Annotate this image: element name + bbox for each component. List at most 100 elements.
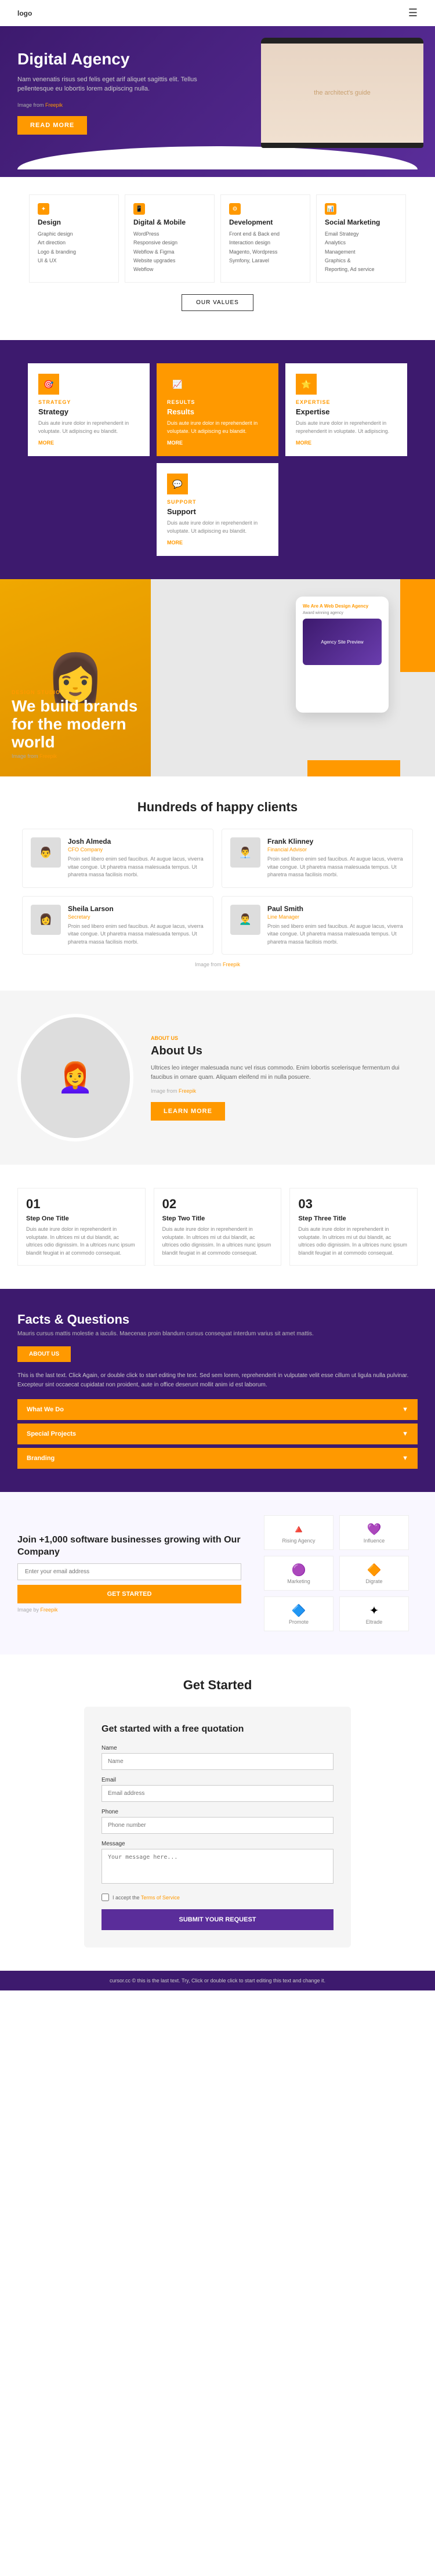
faq-body-text: This is the last text. Click Again, or d…: [17, 1371, 418, 1390]
terms-checkbox[interactable]: [102, 1894, 109, 1901]
company-inner: Join +1,000 software businesses growing …: [17, 1515, 418, 1631]
faq-about-button[interactable]: About Us: [17, 1346, 71, 1362]
strategy-icon: 🎯: [38, 374, 59, 395]
client-name-2: Frank Klinney: [267, 837, 404, 846]
message-textarea[interactable]: [102, 1849, 334, 1884]
about-learn-more-button[interactable]: LEARN MORE: [151, 1102, 225, 1121]
client-card-1: 👨 Josh Almeda CFO Company Proin sed libe…: [22, 829, 213, 888]
social-icon: 📊: [325, 203, 336, 215]
social-item-5: Reporting, Ad service: [325, 265, 397, 274]
phone-label: Phone: [102, 1809, 334, 1815]
development-icon: ⚙: [229, 203, 241, 215]
step-card-1: 01 Step One Title Duis aute irure dolor …: [17, 1188, 146, 1266]
expertise-card: ⭐ EXPERTISE Expertise Duis aute irure do…: [285, 363, 407, 456]
step-text-1: Duis aute irure dolor in reprehenderit i…: [26, 1226, 137, 1257]
quotation-box: Get started with a free quotation Name E…: [84, 1707, 351, 1948]
quotation-title: Get started with a free quotation: [102, 1724, 334, 1735]
purple-cards-grid: 🎯 STRATEGY Strategy Duis aute irure dolo…: [17, 363, 418, 556]
client-name-3: Sheila Larson: [68, 905, 205, 913]
laptop-screen: the architect's guide: [261, 44, 423, 143]
social-item-1: Email Strategy: [325, 230, 397, 239]
digrate-icon: 🔶: [367, 1563, 382, 1577]
marketing-icon: 🟣: [292, 1563, 306, 1577]
email-input[interactable]: [102, 1785, 334, 1802]
message-label: Message: [102, 1841, 334, 1847]
hero-credit-link[interactable]: Freepik: [45, 102, 63, 108]
results-more-link[interactable]: MORE: [167, 440, 268, 446]
step-num-3: 03: [298, 1197, 409, 1212]
accordion-arrow-1: ▼: [402, 1406, 408, 1413]
design-icon: ✦: [38, 203, 49, 215]
about-credit-link[interactable]: Freepik: [179, 1088, 196, 1094]
client-name-1: Josh Almeda: [68, 837, 205, 846]
about-title: About Us: [151, 1045, 418, 1058]
client-card-4: 👨‍🦱 Paul Smith Line Manager Proin sed li…: [222, 896, 413, 955]
client-avatar-2: 👨‍💼: [230, 837, 260, 868]
design-item-4: UI & UX: [38, 256, 110, 265]
social-item-2: Analytics: [325, 239, 397, 247]
company-logo-6: ✦ Eltrade: [339, 1596, 409, 1631]
service-card-digital: 📱 Digital & Mobile WordPress Responsive …: [125, 194, 215, 283]
our-values-button[interactable]: OUR VALUES: [182, 294, 253, 311]
client-card-2: 👨‍💼 Frank Klinney Financial Advisor Proi…: [222, 829, 413, 888]
email-form-group: Email: [102, 1777, 334, 1802]
design-studio-title: We build brandsfor the modernworld: [12, 698, 137, 751]
company-email-input[interactable]: [17, 1563, 241, 1580]
message-form-group: Message: [102, 1841, 334, 1887]
social-card-title: Social Marketing: [325, 218, 397, 226]
about-label: ABOUT US: [151, 1035, 418, 1041]
eltrade-icon: ✦: [369, 1603, 379, 1618]
navbar: logo ☰: [0, 0, 435, 26]
digital-item-5: Webflow: [133, 265, 206, 274]
steps-grid: 01 Step One Title Duis aute irure dolor …: [17, 1188, 418, 1266]
accordion-item-2[interactable]: Special Projects ▼: [17, 1424, 418, 1444]
company-logo-2: 💜 Influence: [339, 1515, 409, 1550]
about-section: 👩‍🦰 ABOUT US About Us Ultrices leo integ…: [0, 991, 435, 1165]
dev-item-1: Front end & Back end: [229, 230, 302, 239]
terms-link[interactable]: Terms of Service: [141, 1895, 180, 1901]
footer-text: cursor.cc © this is the last text. Try, …: [17, 1978, 418, 1984]
clients-credit-link[interactable]: Freepik: [223, 962, 240, 967]
strategy-more-link[interactable]: MORE: [38, 440, 139, 446]
phone-input[interactable]: [102, 1817, 334, 1834]
hero-credit: Image from Freepik: [17, 102, 203, 108]
expertise-more-link[interactable]: MORE: [296, 440, 397, 446]
company-credit-link[interactable]: Freepik: [41, 1607, 58, 1613]
strategy-title: Strategy: [38, 407, 139, 416]
terms-check-group: I accept the Terms of Service: [102, 1894, 334, 1901]
phone-header-text: We Are A Web Design Agency: [303, 604, 382, 609]
step-num-2: 02: [162, 1197, 273, 1212]
marketing-name: Marketing: [287, 1578, 310, 1584]
support-more-link[interactable]: MORE: [167, 540, 268, 545]
services-section: ✦ Design Graphic design Art direction Lo…: [0, 177, 435, 340]
dev-item-4: Symfony, Laravel: [229, 256, 302, 265]
accordion-item-3[interactable]: Branding ▼: [17, 1448, 418, 1469]
client-role-1: CFO Company: [68, 847, 205, 852]
social-item-3: Management: [325, 248, 397, 256]
step-title-3: Step Three Title: [298, 1215, 409, 1222]
accordion-item-1[interactable]: What We Do ▼: [17, 1399, 418, 1420]
client-name-4: Paul Smith: [267, 905, 404, 913]
design-studio-credit-link[interactable]: Freepik: [39, 753, 57, 759]
rising-agency-name: Rising Agency: [282, 1538, 315, 1544]
client-text-4: Proin sed libero enim sed faucibus. At a…: [267, 923, 404, 946]
hamburger-menu-icon[interactable]: ☰: [408, 7, 418, 19]
support-title: Support: [167, 507, 268, 516]
submit-button[interactable]: Submit your request: [102, 1909, 334, 1930]
service-card-social: 📊 Social Marketing Email Strategy Analyt…: [316, 194, 406, 283]
rising-agency-icon: 🔺: [292, 1522, 306, 1537]
accordion-arrow-2: ▼: [402, 1430, 408, 1437]
step-title-1: Step One Title: [26, 1215, 137, 1222]
company-get-started-button[interactable]: Get Started: [17, 1585, 241, 1603]
name-input[interactable]: [102, 1753, 334, 1770]
company-title: Join +1,000 software businesses growing …: [17, 1534, 241, 1559]
client-avatar-3: 👩: [31, 905, 61, 935]
dev-item-2: Interaction design: [229, 239, 302, 247]
hero-read-more-button[interactable]: READ MORE: [17, 116, 87, 135]
faq-section: Facts & Questions Mauris cursus mattis m…: [0, 1289, 435, 1492]
dev-item-3: Magento, Wordpress: [229, 248, 302, 256]
support-icon: 💬: [167, 474, 188, 494]
clients-credit: Image from Freepik: [17, 962, 418, 967]
company-logo-4: 🔶 Digrate: [339, 1556, 409, 1591]
company-logo-3: 🟣 Marketing: [264, 1556, 334, 1591]
